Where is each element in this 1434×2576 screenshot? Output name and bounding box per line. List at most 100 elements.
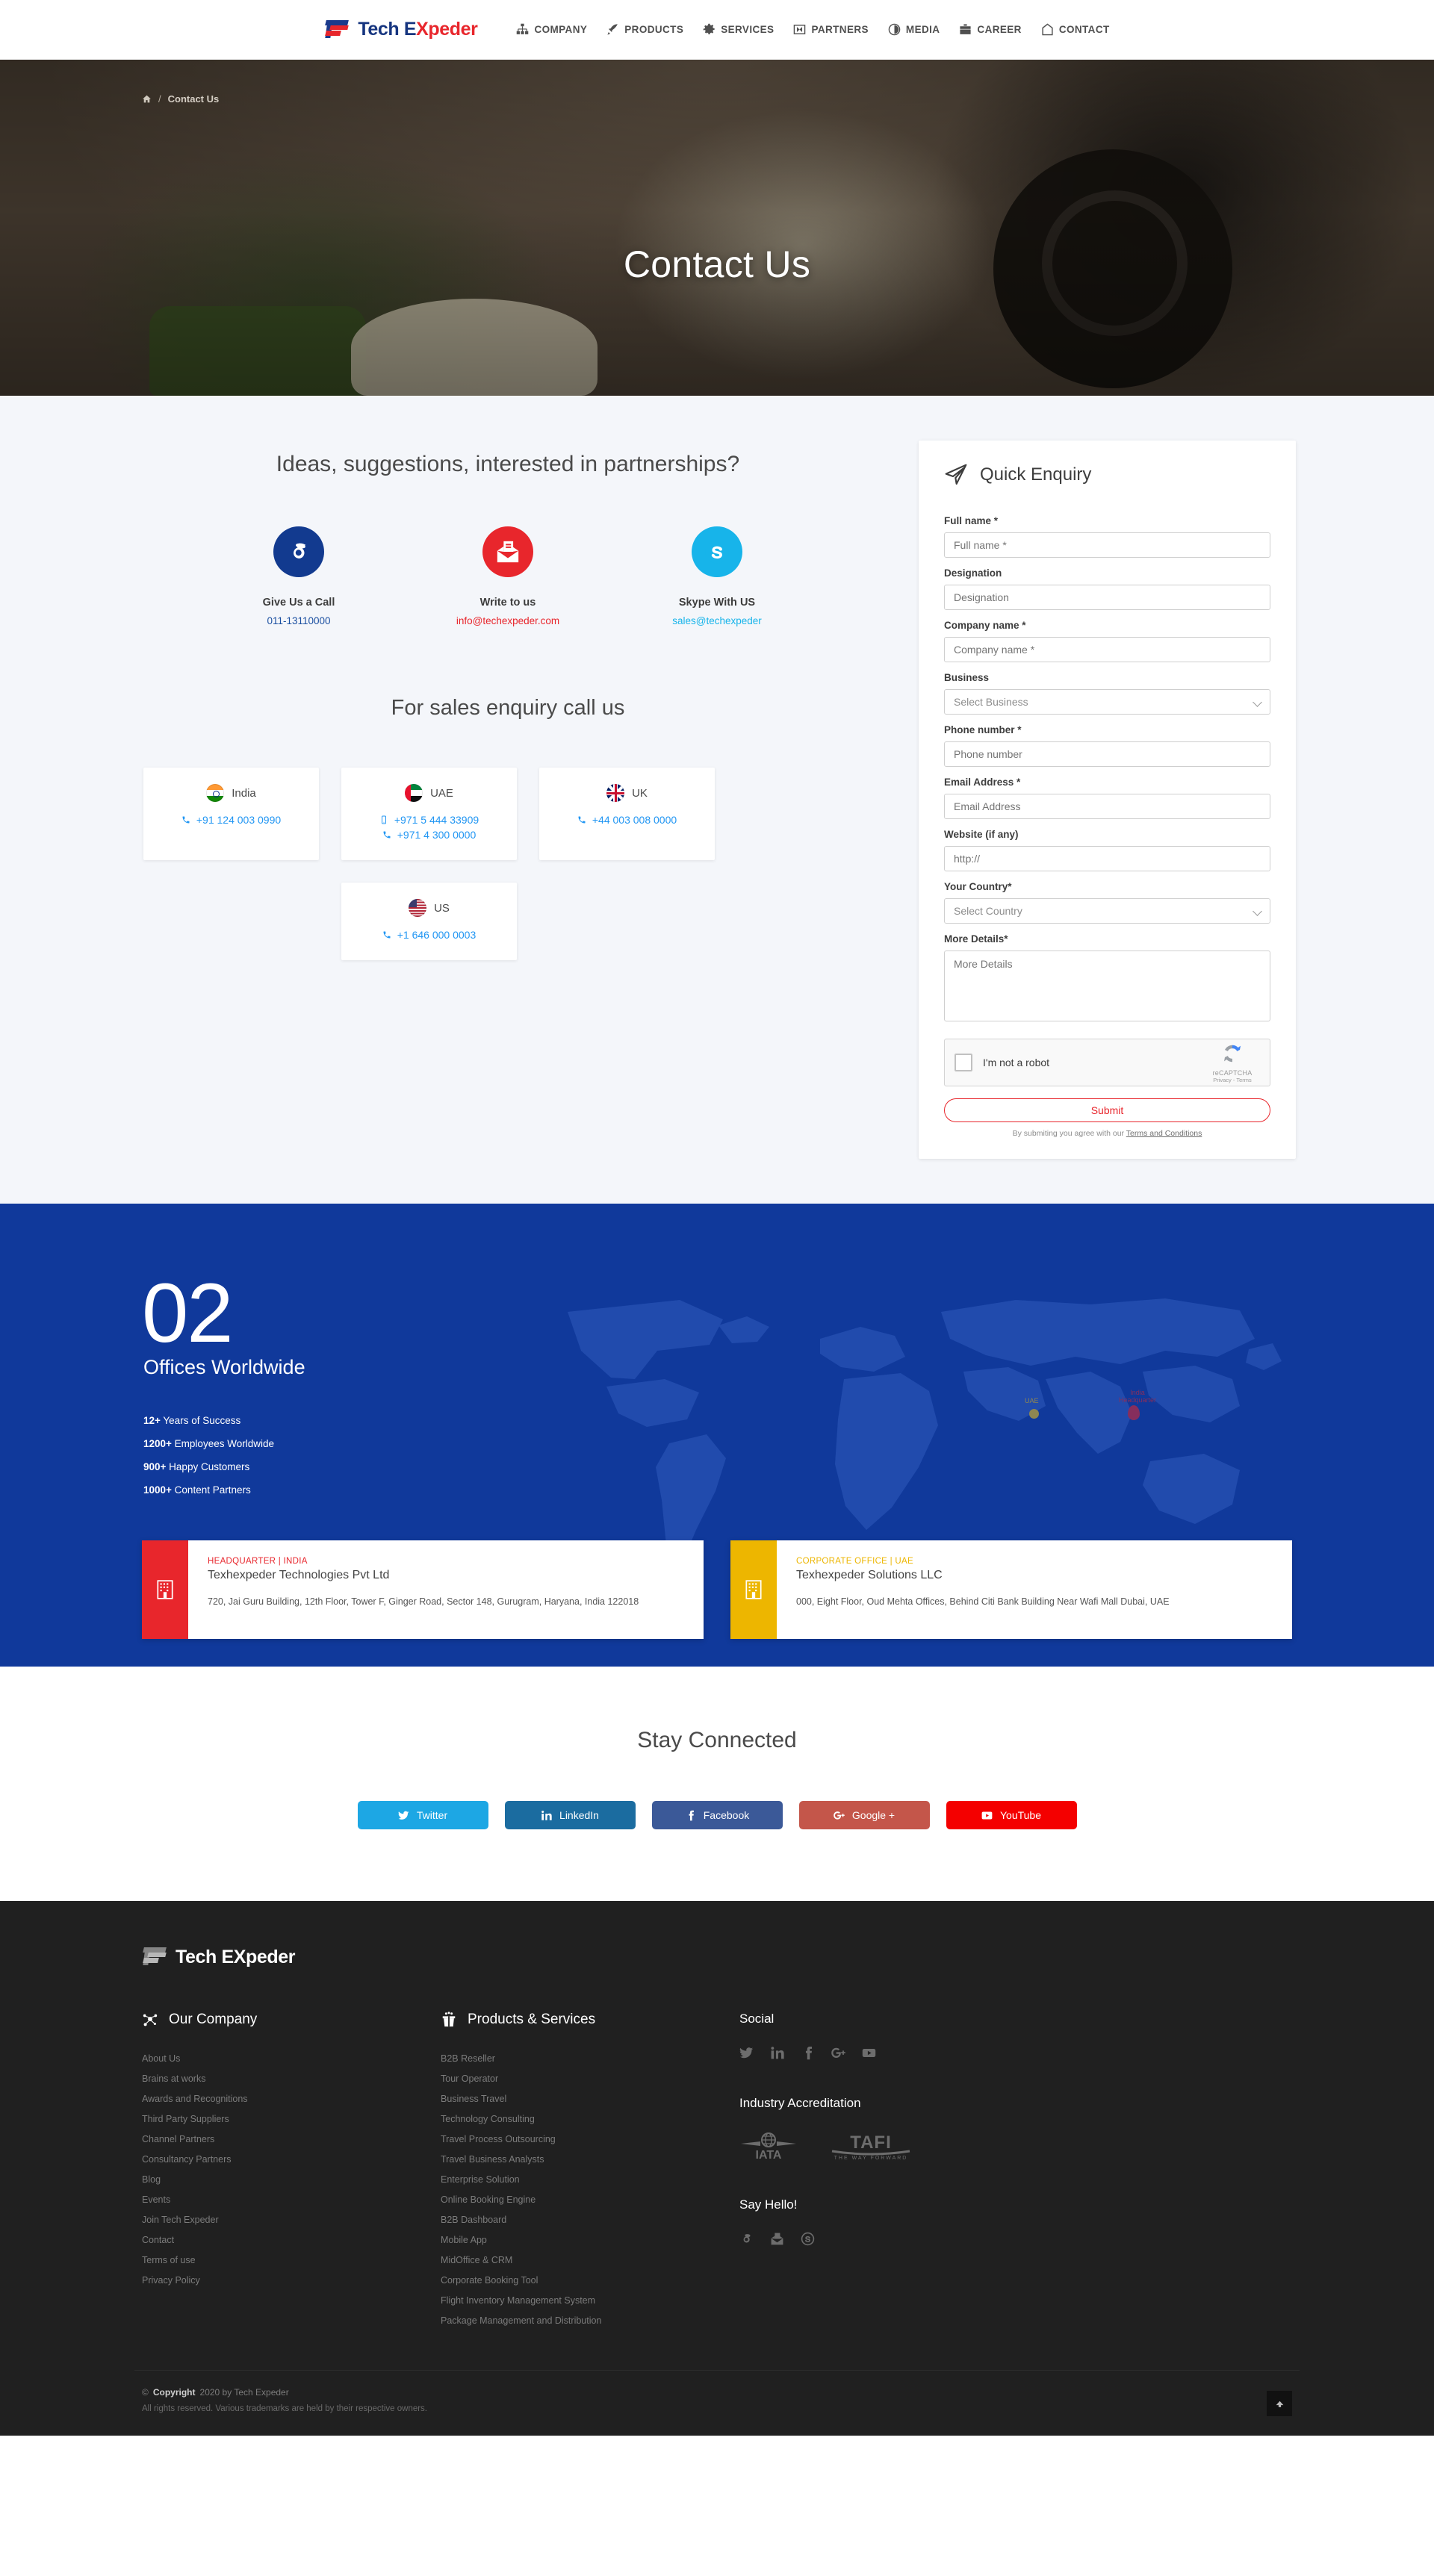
recaptcha-widget[interactable]: I'm not a robot reCAPTCHA Privacy - Term… <box>944 1039 1270 1086</box>
footer-link[interactable]: Brains at works <box>142 2073 441 2084</box>
social-button-twitter[interactable]: Twitter <box>357 1801 488 1829</box>
stay-connected-section: Stay Connected Twitter LinkedIn Facebook… <box>0 1667 1434 1901</box>
footer-link[interactable]: Awards and Recognitions <box>142 2094 441 2104</box>
map-pin-label-india: India Headquarter <box>1119 1389 1157 1404</box>
svg-text:THE WAY FORWARD: THE WAY FORWARD <box>834 2156 908 2161</box>
back-to-top-button[interactable] <box>1267 2391 1292 2416</box>
social-button-googleplus[interactable]: Google + <box>798 1801 930 1829</box>
country-mobile[interactable]: +971 5 444 33909 <box>355 814 503 826</box>
footer-link[interactable]: Technology Consulting <box>441 2114 739 2124</box>
stat-text: Years of Success <box>160 1415 241 1427</box>
twitter-icon[interactable] <box>739 2046 754 2060</box>
country-name: UAE <box>430 786 453 800</box>
facebook-icon[interactable] <box>801 2046 815 2060</box>
contact-method-value[interactable]: info@techexpeder.com <box>429 615 586 626</box>
footer-link[interactable]: Travel Process Outsourcing <box>441 2134 739 2144</box>
nav-item-partners[interactable]: PARTNERS <box>793 23 869 36</box>
submit-button[interactable]: Submit <box>944 1098 1270 1122</box>
contact-method-value[interactable]: 011-13110000 <box>220 615 377 626</box>
skype-icon <box>705 540 729 564</box>
full-name-input[interactable] <box>944 532 1270 558</box>
footer-link[interactable]: Mobile App <box>441 2235 739 2245</box>
footer-link[interactable]: Tour Operator <box>441 2073 739 2084</box>
footer-link[interactable]: Flight Inventory Management System <box>441 2295 739 2306</box>
phone-number-input[interactable] <box>944 741 1270 767</box>
footer-link[interactable]: B2B Reseller <box>441 2053 739 2064</box>
country-phone[interactable]: +91 124 003 0990 <box>157 814 305 826</box>
contact-heading: Ideas, suggestions, interested in partne… <box>276 452 740 476</box>
nav-item-contact[interactable]: CONTACT <box>1041 23 1110 36</box>
footer-link[interactable]: Consultancy Partners <box>142 2154 441 2165</box>
breadcrumb: / Contact Us <box>142 93 219 105</box>
hero-banner: / Contact Us Contact Us <box>0 60 1434 396</box>
company-name-input[interactable] <box>944 637 1270 662</box>
country-phone[interactable]: +44 003 008 0000 <box>553 814 701 826</box>
map-pin-dot-uae <box>1029 1409 1039 1419</box>
footer-link[interactable]: B2B Dashboard <box>441 2215 739 2225</box>
brand-text-part2: Xpeder <box>416 19 478 40</box>
footer-link[interactable]: About Us <box>142 2053 441 2064</box>
chevron-up-icon <box>1276 2401 1283 2407</box>
more-details-textarea[interactable] <box>944 951 1270 1021</box>
footer-link[interactable]: Online Booking Engine <box>441 2194 739 2205</box>
network-icon <box>143 2014 158 2026</box>
footer-link[interactable]: Privacy Policy <box>142 2275 441 2286</box>
footer-link[interactable]: Join Tech Expeder <box>142 2215 441 2225</box>
recaptcha-terms[interactable]: Privacy - Terms <box>1205 1077 1260 1083</box>
footer-heading-sayhello: Say Hello! <box>739 2197 798 2212</box>
footer-link[interactable]: Enterprise Solution <box>441 2174 739 2185</box>
footer-link[interactable]: Third Party Suppliers <box>142 2114 441 2124</box>
terms-link[interactable]: Terms and Conditions <box>1126 1129 1202 1138</box>
office-address-india: HEADQUARTER | INDIA Texhexpeder Technolo… <box>142 1540 704 1640</box>
social-button-facebook[interactable]: Facebook <box>651 1801 783 1829</box>
social-button-youtube[interactable]: YouTube <box>946 1801 1077 1829</box>
phone-icon[interactable] <box>739 2232 754 2246</box>
footer-link[interactable]: Package Management and Distribution <box>441 2315 739 2326</box>
brand-logo[interactable]: Tech EXpeder <box>324 17 478 43</box>
footer-link[interactable]: Business Travel <box>441 2094 739 2104</box>
footer-link[interactable]: Travel Business Analysts <box>441 2154 739 2165</box>
terms-note: By submiting you agree with our Terms an… <box>944 1129 1270 1138</box>
nav-item-career[interactable]: CAREER <box>959 23 1021 36</box>
country-phone[interactable]: +971 4 300 0000 <box>355 829 503 841</box>
footer-link[interactable]: Terms of use <box>142 2255 441 2265</box>
website-input[interactable] <box>944 846 1270 871</box>
flag-uk-icon <box>606 784 625 803</box>
footer-link[interactable]: MidOffice & CRM <box>441 2255 739 2265</box>
country-phone-value: +44 003 008 0000 <box>592 814 677 827</box>
contact-method-value[interactable]: sales@techexpeder <box>639 615 795 626</box>
social-button-label: Google + <box>851 1809 896 1821</box>
footer-link[interactable]: Corporate Booking Tool <box>441 2275 739 2286</box>
envelope-icon[interactable] <box>770 2232 784 2246</box>
footer-brand[interactable]: Tech EXpeder <box>142 1944 1300 1970</box>
nav-item-services[interactable]: SERVICES <box>703 23 774 36</box>
social-button-linkedin[interactable]: LinkedIn <box>504 1801 636 1829</box>
footer-link[interactable]: Events <box>142 2194 441 2205</box>
nav-label-company: COMPANY <box>534 24 588 35</box>
home-icon[interactable] <box>142 94 152 104</box>
copyright: © Copyright 2020 by Tech Expeder <box>142 2387 1292 2398</box>
country-select[interactable]: Select Country <box>944 898 1270 924</box>
recaptcha-checkbox[interactable] <box>955 1054 972 1071</box>
nav-item-media[interactable]: MEDIA <box>888 23 940 36</box>
footer-brand-part1: Tech E <box>176 1946 234 1967</box>
email-address-input[interactable] <box>944 794 1270 819</box>
nav-item-company[interactable]: COMPANY <box>516 23 587 36</box>
country-phone[interactable]: +1 646 000 0003 <box>355 929 503 941</box>
youtube-icon[interactable] <box>862 2046 876 2060</box>
building-icon-wrapper <box>730 1540 777 1640</box>
nav-item-products[interactable]: PRODUCTS <box>606 23 683 36</box>
terms-prefix: By submiting you agree with our <box>1012 1129 1126 1138</box>
footer-link[interactable]: Blog <box>142 2174 441 2185</box>
google-plus-icon[interactable] <box>831 2046 845 2060</box>
brand-mark-icon <box>142 1944 169 1970</box>
footer-link[interactable]: Channel Partners <box>142 2134 441 2144</box>
footer-heading-social: Social <box>739 2012 775 2026</box>
stat-value: 12+ <box>143 1415 161 1427</box>
office-kicker: CORPORATE OFFICE | UAE <box>796 1557 913 1567</box>
skype-icon[interactable] <box>801 2232 815 2246</box>
linkedin-icon[interactable] <box>770 2046 784 2060</box>
business-select[interactable]: Select Business <box>944 689 1270 715</box>
footer-link[interactable]: Contact <box>142 2235 441 2245</box>
designation-input[interactable] <box>944 585 1270 610</box>
